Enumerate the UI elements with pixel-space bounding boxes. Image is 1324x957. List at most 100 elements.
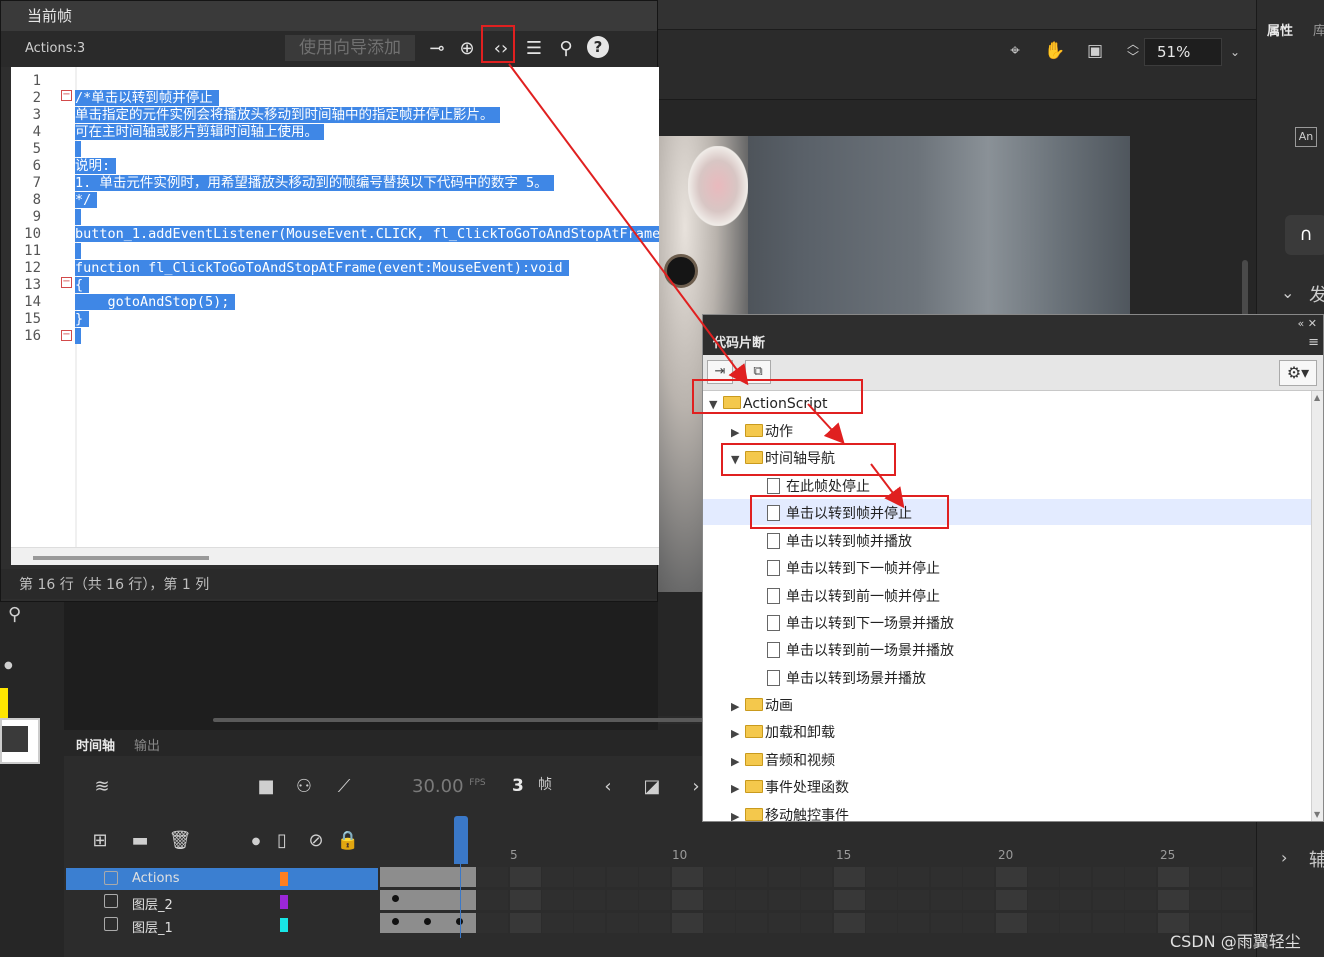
layer-color-swatch[interactable] [280,918,288,932]
code-line[interactable]: 可在主时间轴或影片剪辑时间轴上使用。 [75,124,324,141]
chevron-down-icon[interactable]: ⌄ [1224,38,1246,66]
outline-layer-icon[interactable]: ▯ [270,830,294,851]
help-icon[interactable]: ? [587,36,609,58]
delete-layer-icon[interactable]: 🗑 [168,830,192,851]
stage-vertical-scrollbar[interactable] [1242,260,1248,320]
center-stage-icon[interactable]: ⌖ [1002,38,1028,64]
layer-color-swatch[interactable] [280,872,288,886]
graph-icon[interactable]: ⟋ [332,776,356,797]
more-tools-icon[interactable]: ● [4,660,13,671]
chevron-right-icon[interactable]: › [1281,848,1287,867]
highlight-layer-icon[interactable]: ● [244,836,268,847]
frame-cell[interactable] [606,913,638,933]
expand-right-icon[interactable]: ▶ [731,721,745,747]
frame-cell[interactable] [930,913,962,933]
code-line[interactable]: 1. 单击元件实例时，用希望播放头移动到的帧编号替换以下代码中的数字 5。 [75,175,554,192]
tree-folder[interactable]: ▶ 事件处理函数 [731,775,849,801]
add-with-wizard-button[interactable]: 使用向导添加 [285,35,415,61]
frame-cell[interactable] [963,913,995,933]
layer-row-actions[interactable]: Actions [66,868,378,890]
find-icon[interactable]: ⚲ [553,36,579,62]
hide-layer-icon[interactable]: ⊘ [304,830,328,851]
fold-toggle-icon[interactable]: − [61,277,72,288]
frame-cell[interactable] [1028,867,1059,887]
frame-cell[interactable] [833,890,865,910]
frame-cell[interactable] [509,913,541,933]
frame-cell[interactable] [801,867,833,887]
code-line[interactable] [75,141,81,158]
frame-cell[interactable] [768,913,800,933]
frame-cell[interactable] [671,913,703,933]
code-editor[interactable]: 1 2 3 4 5 6 7 8 9 10 11 12 13 14 15 16 /*单击以转到帧并停止 单击指定的… [11,67,659,547]
code-horizontal-scrollbar[interactable] [11,547,659,565]
frame-cell[interactable] [963,867,995,887]
frame-cell[interactable] [542,913,573,933]
expand-right-icon[interactable]: ▶ [731,694,745,720]
keyframe[interactable] [424,918,431,925]
tree-item-snippet[interactable]: 单击以转到帧并播放 [767,529,912,555]
frame-cell[interactable] [1125,867,1157,887]
code-line[interactable]: button_1.addEventListener(MouseEvent.CLI… [75,226,659,243]
frame-cell[interactable] [768,867,800,887]
layer-row-layer2[interactable]: 图层_2 [66,891,378,913]
frame-row-layer2[interactable] [380,889,1254,911]
expand-right-icon[interactable]: ▶ [731,749,745,775]
panel-collapse-close-icon[interactable]: « ✕ [1298,317,1317,330]
tree-item-snippet[interactable]: 单击以转到场景并播放 [767,666,926,692]
frame-cell[interactable] [801,913,833,933]
tree-item-snippet[interactable]: 单击以转到下一场景并播放 [767,611,954,637]
frame-cell[interactable] [833,867,865,887]
frame-cell[interactable] [574,890,606,910]
fold-toggle-icon[interactable]: − [61,330,72,341]
code-line[interactable]: /*单击以转到帧并停止 [75,90,219,107]
frame-cell[interactable] [671,890,703,910]
frame-cell[interactable] [801,890,833,910]
frame-cell[interactable] [1060,890,1092,910]
code-line[interactable]: { [75,277,90,294]
frame-cell[interactable] [898,890,930,910]
frame-cell[interactable] [995,913,1027,933]
panel-menu-icon[interactable]: ≡ [1308,335,1319,350]
frame-cell[interactable] [542,890,573,910]
add-layer-icon[interactable]: ⊞ [88,830,112,851]
frame-cell[interactable] [1125,913,1157,933]
frame-cell[interactable] [509,867,541,887]
tree-folder-actions[interactable]: ▶ 动作 [731,419,793,445]
frame-cell[interactable] [542,867,573,887]
frame-cell[interactable] [1157,867,1189,887]
camera-icon[interactable]: ■ [254,776,278,797]
tree-folder[interactable]: ▶ 音频和视频 [731,748,835,774]
add-folder-icon[interactable]: ▬ [128,830,152,851]
previous-frame-icon[interactable]: ‹ [596,776,620,797]
keyframe[interactable] [392,918,399,925]
frame-cell[interactable] [768,890,800,910]
pin-script-icon[interactable]: ⊸ [424,36,450,62]
tab-properties[interactable]: 属性 [1267,20,1293,39]
frame-cell[interactable] [671,867,703,887]
frame-cell[interactable] [930,890,962,910]
frame-cell[interactable] [866,867,897,887]
insert-keyframe-icon[interactable]: ◪ [640,776,664,797]
code-line[interactable] [75,328,81,345]
frame-row-actions[interactable] [380,866,1254,888]
tree-vertical-scrollbar[interactable]: ▲ ▼ [1311,391,1323,821]
code-line[interactable]: } [75,311,90,328]
code-line[interactable]: function fl_ClickToGoToAndStopAtFrame(ev… [75,260,569,277]
frame-cell[interactable] [639,867,671,887]
tab-timeline[interactable]: 时间轴 [76,735,115,754]
frame-cell[interactable] [639,913,671,933]
frame-cell[interactable] [639,890,671,910]
code-line[interactable] [75,209,81,226]
code-line[interactable] [75,243,81,260]
tree-folder[interactable]: ▶ 移动触控事件 [731,803,849,821]
layer-row-layer1[interactable]: 图层_1 [66,914,378,936]
frame-cell[interactable] [606,867,638,887]
layer-color-swatch[interactable] [280,895,288,909]
frame-cell[interactable] [1060,913,1092,933]
frame-cell[interactable] [1222,867,1254,887]
fold-toggle-icon[interactable]: − [61,90,72,101]
frame-cell[interactable] [1028,913,1059,933]
frame-cell[interactable] [1190,867,1221,887]
lock-layer-icon[interactable]: 🔒 [336,830,360,851]
frame-cell[interactable] [606,890,638,910]
